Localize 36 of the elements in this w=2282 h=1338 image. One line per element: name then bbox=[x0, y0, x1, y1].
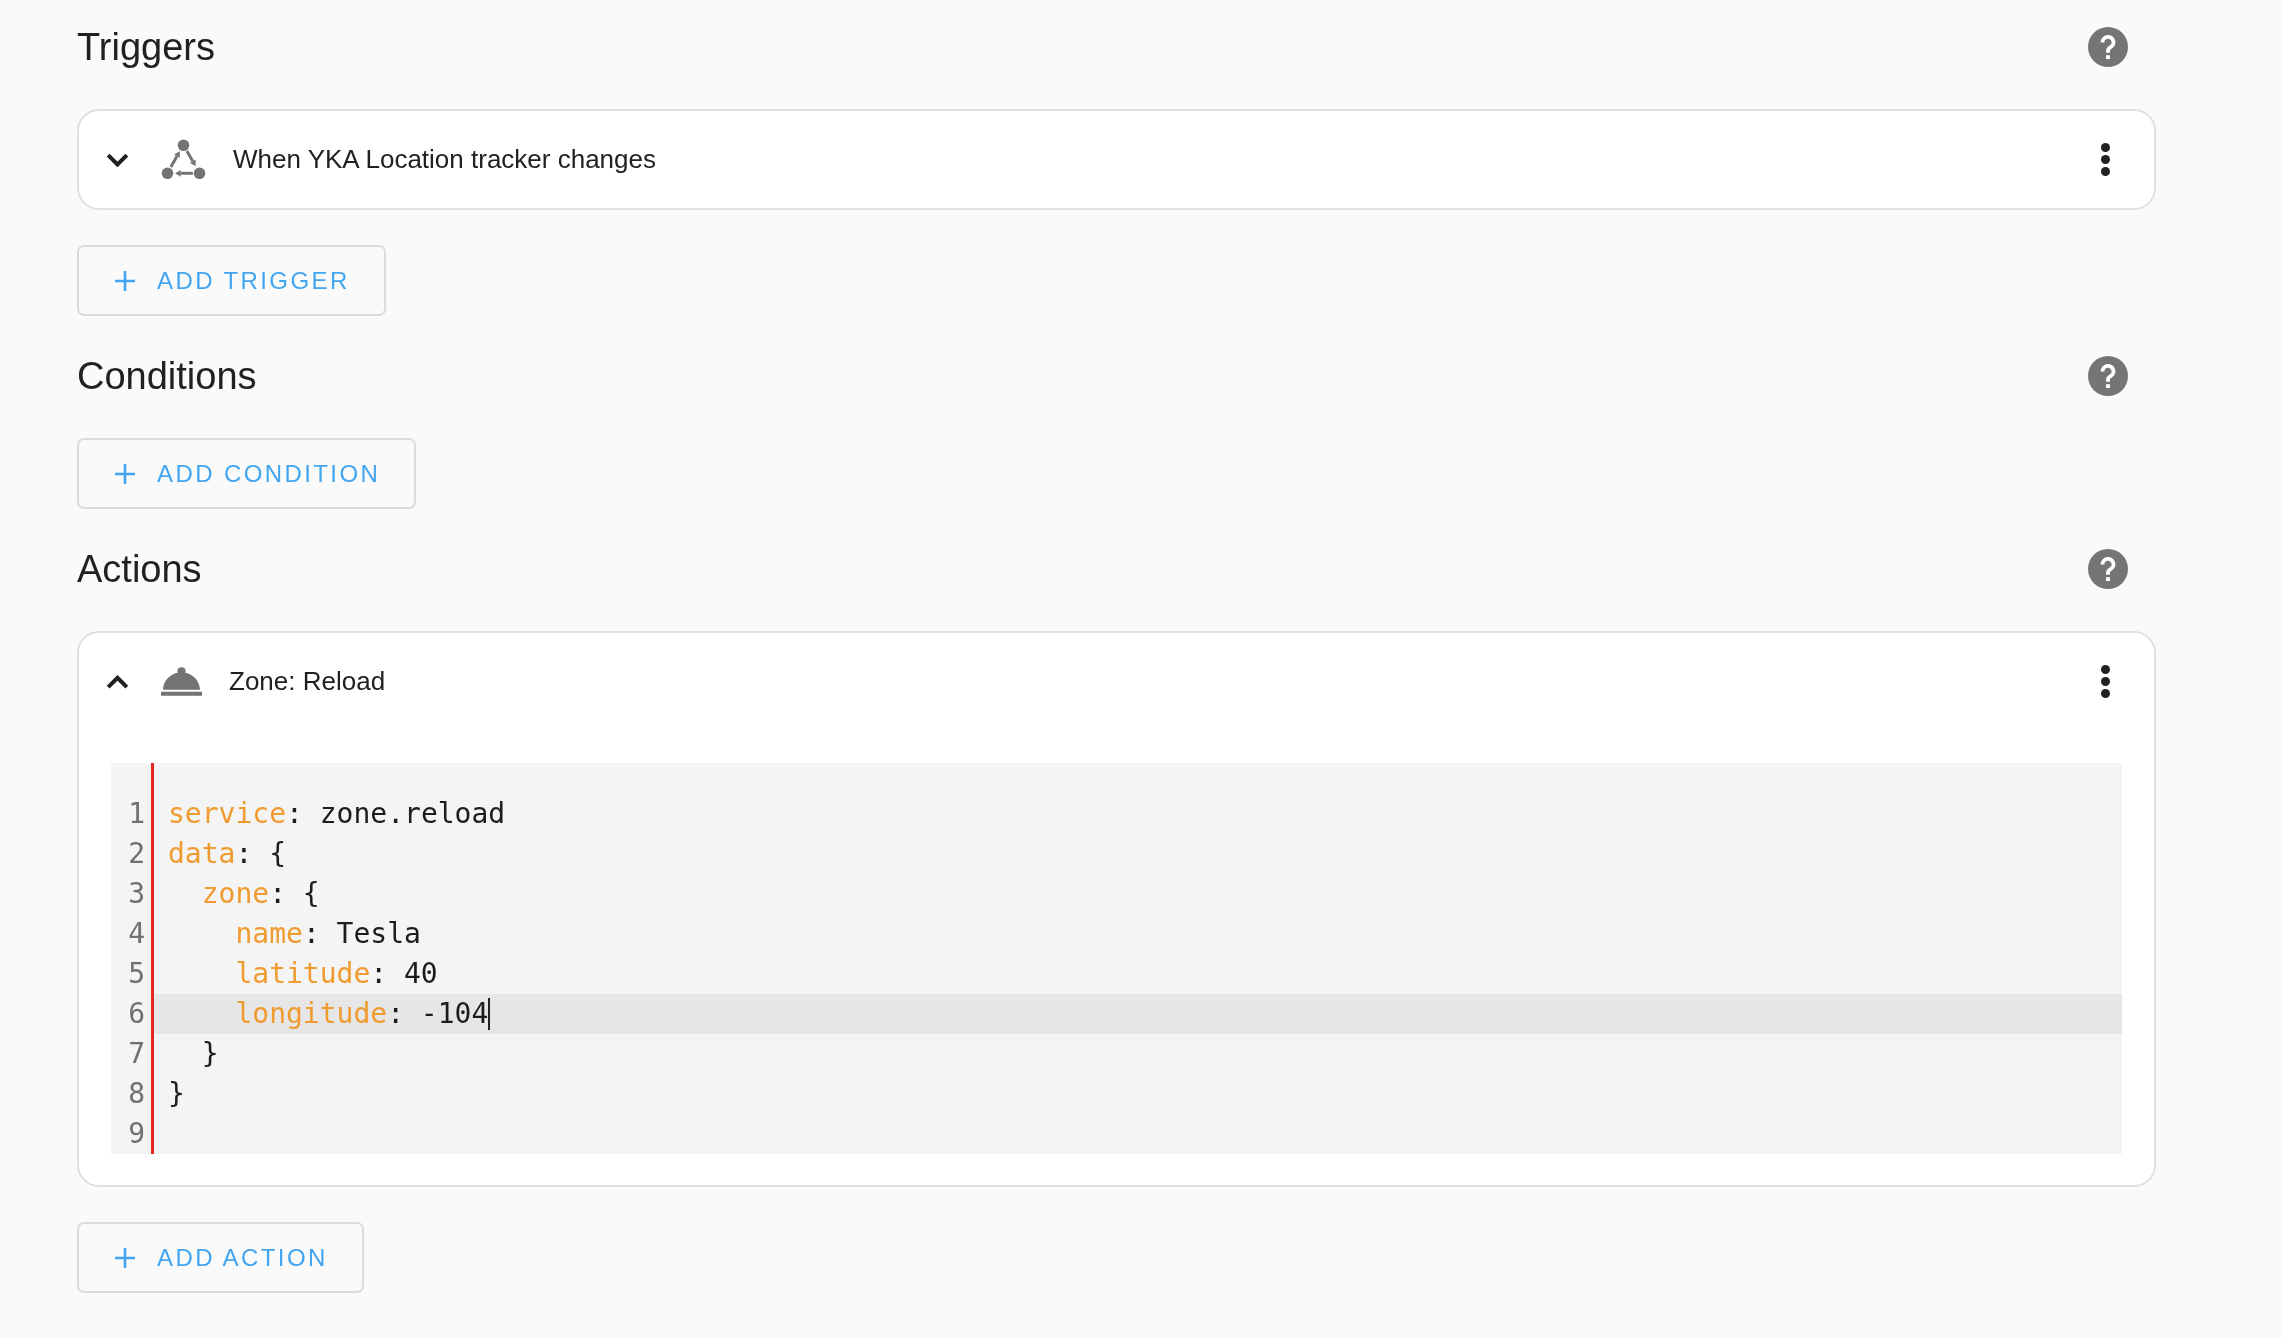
more-options-icon[interactable] bbox=[2101, 143, 2110, 176]
line-number: 4 bbox=[127, 916, 146, 952]
code-editor[interactable]: 1 2 3 4 5 6 7 8 9 service: zone.reload data: { zone: { name: Tesla latitude: 40 longitude: -104 } } bbox=[111, 763, 2122, 1154]
code-line: name: Tesla bbox=[234, 916, 421, 952]
line-number: 1 bbox=[127, 796, 146, 832]
code-line: } bbox=[168, 1076, 185, 1112]
line-number: 5 bbox=[127, 956, 146, 992]
help-icon[interactable] bbox=[2088, 27, 2128, 67]
code-line: service: zone.reload bbox=[168, 796, 506, 832]
plus-icon bbox=[115, 463, 135, 484]
help-icon[interactable] bbox=[2088, 356, 2128, 396]
more-options-icon[interactable] bbox=[2101, 665, 2110, 698]
chevron-up-icon[interactable] bbox=[106, 674, 129, 689]
code-line: longitude: -104 bbox=[234, 996, 489, 1032]
plus-icon bbox=[115, 1247, 135, 1268]
text-cursor-icon bbox=[488, 998, 491, 1030]
plus-icon bbox=[115, 270, 135, 291]
card-title[interactable]: When YKA Location tracker changes bbox=[233, 140, 656, 179]
state-graph-icon bbox=[161, 139, 206, 180]
code-line: } bbox=[200, 1036, 219, 1072]
line-number: 8 bbox=[127, 1076, 146, 1112]
section-title: Actions bbox=[77, 546, 202, 592]
help-icon[interactable] bbox=[2088, 549, 2128, 589]
section-title: Conditions bbox=[77, 353, 257, 399]
line-number: 3 bbox=[127, 876, 146, 912]
card-title[interactable]: Zone: Reload bbox=[229, 662, 386, 701]
service-bell-icon bbox=[161, 667, 202, 696]
code-line: zone: { bbox=[200, 876, 320, 912]
chevron-down-icon[interactable] bbox=[106, 152, 129, 167]
line-number: 6 bbox=[127, 996, 146, 1032]
line-number: 2 bbox=[127, 836, 146, 872]
code-line: data: { bbox=[168, 836, 286, 872]
line-number: 7 bbox=[127, 1036, 146, 1072]
line-number: 9 bbox=[127, 1116, 146, 1152]
section-title: Triggers bbox=[77, 24, 215, 70]
code-line: latitude: 40 bbox=[234, 956, 438, 992]
